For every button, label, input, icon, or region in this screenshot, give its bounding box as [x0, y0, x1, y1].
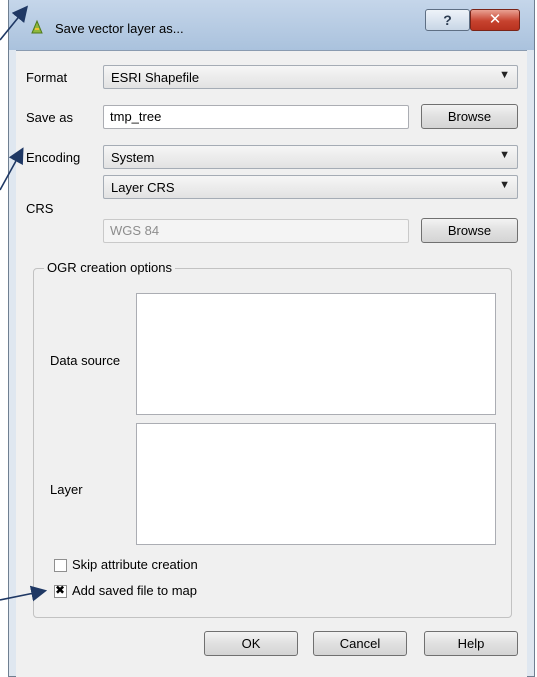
crs-mode-combobox[interactable]: Layer CRS ▼	[103, 175, 518, 199]
save-as-browse-button[interactable]: Browse	[421, 104, 518, 129]
add-to-map-label: Add saved file to map	[72, 583, 198, 598]
add-to-map-checkbox[interactable]	[54, 583, 67, 598]
ogr-options-group: OGR creation options Data source Layer S…	[33, 260, 512, 618]
dropdown-arrow-icon: ▼	[499, 149, 510, 161]
question-icon: ?	[443, 12, 452, 28]
cancel-button[interactable]: Cancel	[313, 631, 407, 656]
dialog-body: Format ESRI Shapefile ▼ Save as Browse E…	[16, 50, 527, 677]
encoding-label: Encoding	[26, 150, 81, 165]
data-source-label: Data source	[50, 353, 121, 368]
crs-field	[103, 219, 409, 243]
title-bar[interactable]: Save vector layer as... ? ✕	[9, 0, 534, 50]
help-button[interactable]: Help	[424, 631, 518, 656]
help-title-button[interactable]: ?	[425, 9, 470, 31]
qgis-logo-icon	[31, 19, 43, 34]
crs-input	[110, 223, 390, 238]
dropdown-arrow-icon: ▼	[499, 69, 510, 81]
close-button[interactable]: ✕	[470, 9, 520, 31]
layer-textarea[interactable]	[136, 423, 496, 545]
ogr-group-title: OGR creation options	[44, 260, 176, 275]
save-as-label: Save as	[26, 110, 73, 125]
window-title: Save vector layer as...	[55, 21, 184, 36]
dialog-window: Save vector layer as... ? ✕ Format ESRI …	[8, 0, 535, 677]
dropdown-arrow-icon: ▼	[499, 179, 510, 191]
crs-browse-button[interactable]: Browse	[421, 218, 518, 243]
skip-attribute-label: Skip attribute creation	[72, 557, 198, 572]
format-combobox[interactable]: ESRI Shapefile ▼	[103, 65, 518, 89]
close-icon: ✕	[488, 11, 502, 28]
encoding-value: System	[111, 150, 155, 165]
data-source-textarea[interactable]	[136, 293, 496, 415]
crs-label: CRS	[26, 201, 54, 216]
ok-button[interactable]: OK	[204, 631, 298, 656]
crs-mode-value: Layer CRS	[111, 180, 175, 195]
skip-attribute-checkbox[interactable]	[54, 559, 67, 572]
layer-label: Layer	[50, 482, 83, 497]
format-label: Format	[26, 70, 68, 85]
format-value: ESRI Shapefile	[111, 70, 200, 85]
save-as-input[interactable]	[110, 109, 390, 124]
save-as-field[interactable]	[103, 105, 409, 129]
encoding-combobox[interactable]: System ▼	[103, 145, 518, 169]
